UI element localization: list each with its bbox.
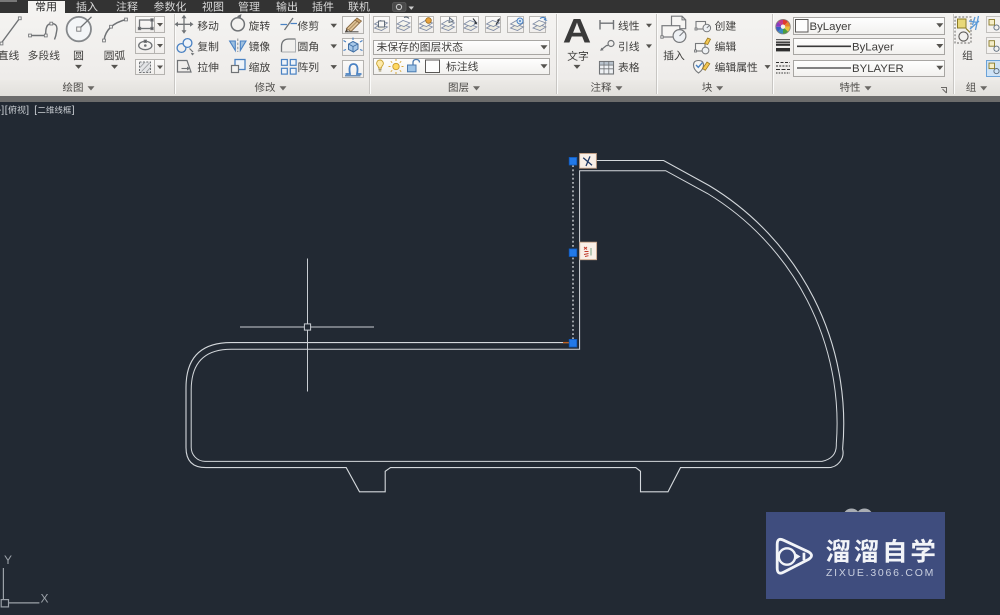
svg-text:ByLayer: ByLayer	[852, 41, 894, 53]
svg-text:[: [	[5, 105, 8, 116]
svg-text:Y: Y	[4, 553, 12, 567]
svg-text:ByLayer: ByLayer	[810, 21, 852, 33]
svg-text:-]: -]	[0, 105, 4, 116]
svg-text:]: ]	[26, 105, 29, 116]
svg-text:X: X	[41, 592, 49, 606]
svg-text:A: A	[563, 12, 591, 50]
svg-text:ZIXUE.3066.COM: ZIXUE.3066.COM	[826, 567, 935, 579]
svg-text:BYLAYER: BYLAYER	[852, 63, 904, 75]
svg-text:]: ]	[72, 105, 75, 116]
svg-text:[: [	[34, 105, 37, 116]
